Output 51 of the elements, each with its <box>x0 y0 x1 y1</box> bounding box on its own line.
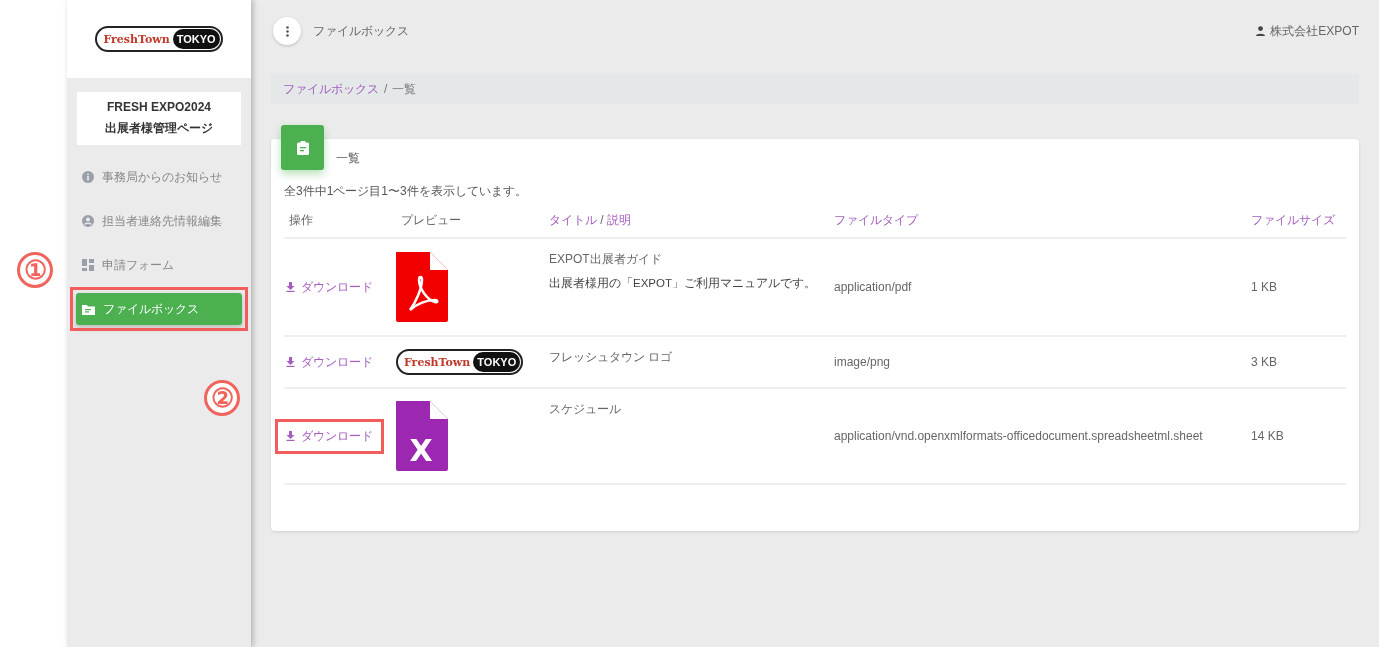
account-icon <box>82 215 94 227</box>
file-size: 1 KB <box>1251 280 1277 294</box>
sidebar-item-label: ファイルボックス <box>103 300 199 318</box>
menu-button[interactable] <box>273 17 301 45</box>
download-icon <box>286 357 295 367</box>
spreadsheet-file-icon: X <box>396 401 448 471</box>
sidebar-item-label: 事務局からのお知らせ <box>102 168 222 186</box>
sidebar-item-label: 申請フォーム <box>102 256 174 274</box>
result-summary: 全3件中1ページ目1〜3件を表示しています。 <box>284 183 528 200</box>
page-title: ファイルボックス <box>313 22 410 40</box>
more-icon <box>285 25 289 37</box>
site-name: FRESH EXPO2024 <box>106 100 211 114</box>
sidebar-item[interactable]: 担当者連絡先情報編集 <box>76 205 242 237</box>
breadcrumb-separator: / <box>384 82 388 96</box>
file-type: image/png <box>834 355 891 369</box>
dashboard-icon <box>82 259 94 271</box>
card-title: 一覧 <box>336 150 360 167</box>
logo-wordmark: FreshTown <box>404 355 471 369</box>
file-type: application/vnd.openxmlformats-officedocument.spreadsheetml.sheet <box>834 429 1203 443</box>
download-link[interactable]: ダウンロード <box>286 278 373 296</box>
sidebar-item[interactable]: 事務局からのお知らせ <box>76 161 242 193</box>
file-size: 3 KB <box>1251 355 1277 369</box>
sidebar-item-label: 担当者連絡先情報編集 <box>102 212 222 230</box>
info-icon <box>82 171 94 183</box>
file-title: スケジュール <box>549 401 621 418</box>
download-link[interactable]: ダウンロード <box>286 353 373 371</box>
user-name[interactable]: 株式会社EXPOT <box>1270 22 1359 40</box>
sidebar-item[interactable]: 申請フォーム <box>76 249 242 281</box>
download-link[interactable]: ダウンロード <box>286 427 373 445</box>
file-description: 出展者様用の「EXPOT」ご利用マニュアルです。 <box>549 276 816 291</box>
column-header: 操作 <box>284 204 396 239</box>
logo-wordmark: FreshTown <box>103 32 170 46</box>
download-icon <box>286 431 295 441</box>
pdf-file-icon <box>396 252 448 322</box>
file-title: EXPOT出展者ガイド <box>549 251 662 268</box>
column-header: プレビュー <box>396 204 544 239</box>
logo-badge: TOKYO <box>473 352 521 372</box>
file-type: application/pdf <box>834 280 912 294</box>
user-icon <box>1256 26 1266 36</box>
sidebar-item[interactable]: ファイルボックス <box>76 293 242 325</box>
logo-badge: TOKYO <box>172 29 220 49</box>
column-header: タイトル / 説明 <box>544 204 829 239</box>
folder-icon <box>82 303 95 315</box>
download-icon <box>286 282 295 292</box>
column-header: ファイルタイプ <box>829 204 1246 239</box>
site-subtitle: 出展者様管理ページ <box>105 120 213 137</box>
file-size: 14 KB <box>1251 429 1284 443</box>
breadcrumb-current: 一覧 <box>392 80 417 98</box>
column-header: ファイルサイズ <box>1246 204 1346 239</box>
file-title: フレッシュタウン ロゴ <box>549 349 673 366</box>
breadcrumb-link[interactable]: ファイルボックス <box>283 80 379 98</box>
